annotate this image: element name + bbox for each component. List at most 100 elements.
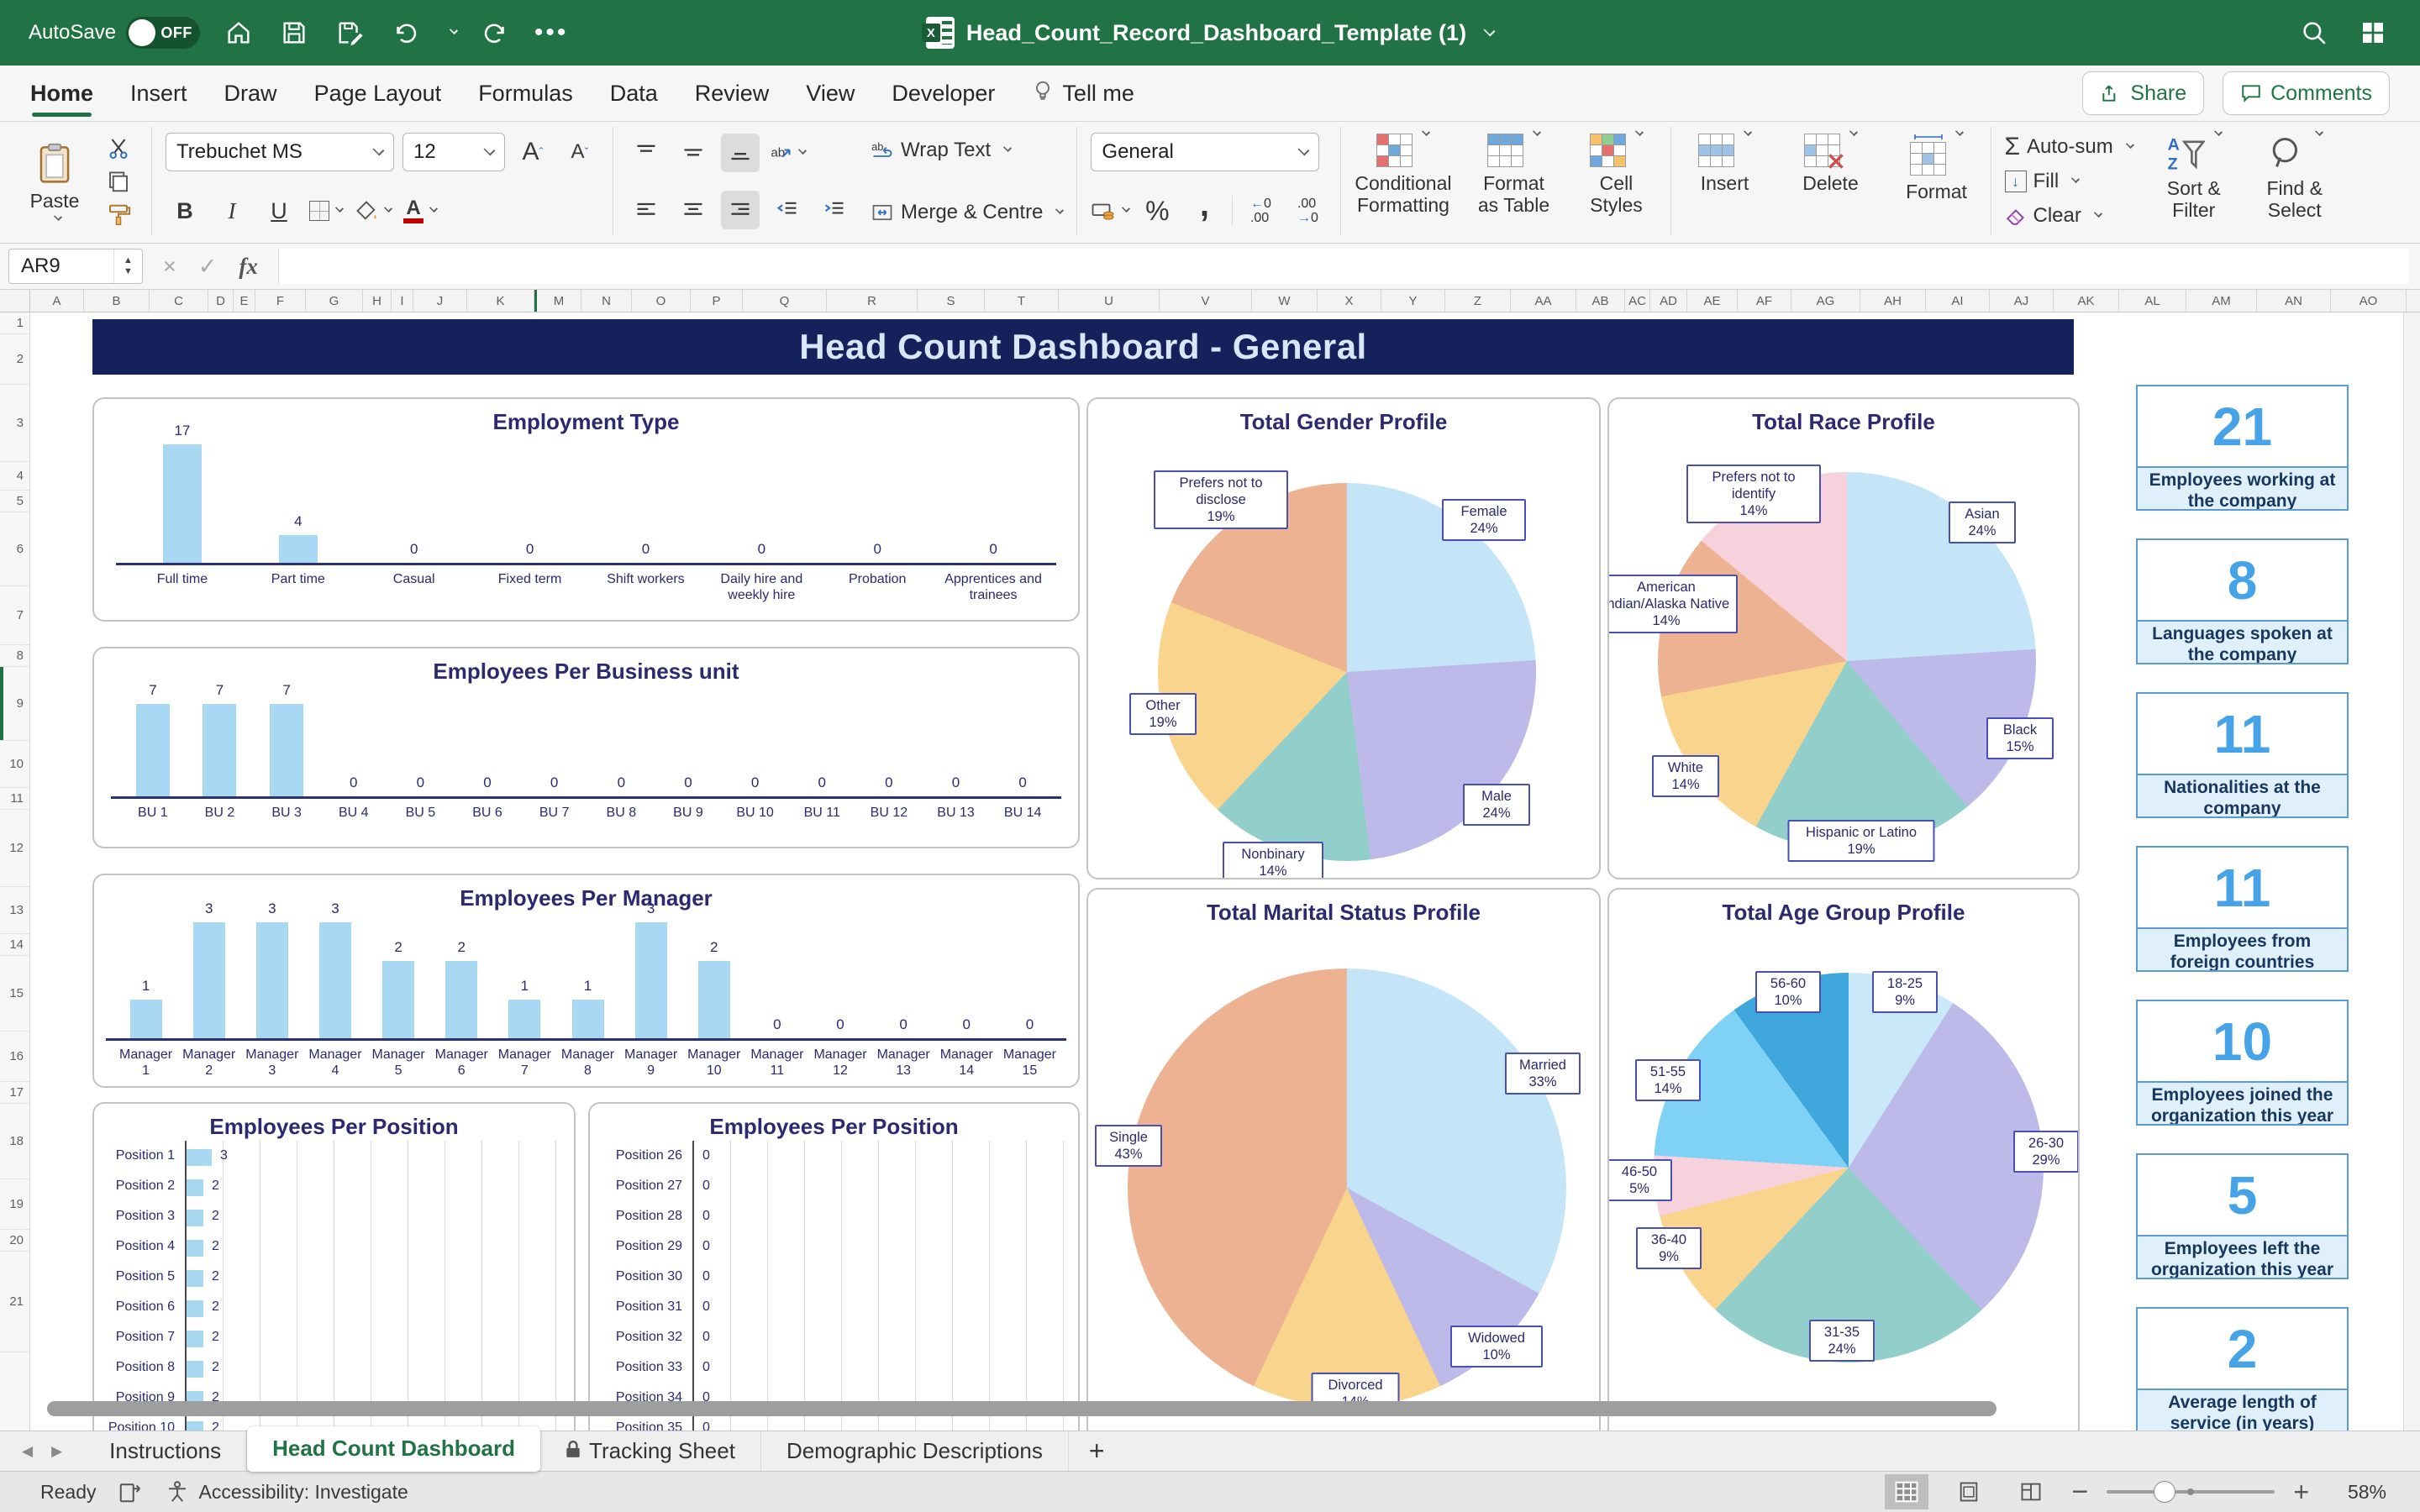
- format-cells-button[interactable]: Format: [1897, 134, 1977, 202]
- next-sheet-icon[interactable]: ▶: [51, 1443, 62, 1460]
- row-header-5[interactable]: 5: [0, 491, 29, 512]
- app-options-icon[interactable]: [2356, 16, 2390, 50]
- autosave-toggle[interactable]: OFF: [126, 17, 200, 49]
- name-box-spinner[interactable]: ▲▼: [113, 249, 142, 283]
- wrap-text-button[interactable]: ab Wrap Text: [871, 132, 1063, 169]
- align-top-icon[interactable]: [627, 134, 666, 172]
- column-header-z[interactable]: Z: [1445, 290, 1511, 312]
- column-header-k[interactable]: K: [467, 290, 534, 312]
- column-header-n[interactable]: N: [581, 290, 632, 312]
- horizontal-scrollbar[interactable]: [47, 1401, 1996, 1416]
- ribbon-tab-developer[interactable]: Developer: [892, 66, 995, 121]
- pie-total-age-group-profile[interactable]: [1654, 973, 2044, 1362]
- column-header-ao[interactable]: AO: [2331, 290, 2407, 312]
- bold-button[interactable]: B: [166, 192, 204, 230]
- vertical-scrollbar[interactable]: [2403, 312, 2420, 1431]
- column-header-o[interactable]: O: [632, 290, 691, 312]
- column-header-an[interactable]: AN: [2257, 290, 2331, 312]
- column-header-i[interactable]: I: [392, 290, 413, 312]
- row-header-12[interactable]: 12: [0, 810, 29, 887]
- kpi-card-employees-working-at-the-company[interactable]: 21Employees working at the company: [2136, 385, 2349, 511]
- bar-manager-1[interactable]: [130, 1000, 162, 1038]
- column-header-d[interactable]: D: [208, 290, 234, 312]
- row-header-18[interactable]: 18: [0, 1104, 29, 1179]
- redo-icon[interactable]: [479, 16, 513, 50]
- home-icon[interactable]: [222, 16, 255, 50]
- column-header-g[interactable]: G: [306, 290, 363, 312]
- chart-card-employees-per-manager[interactable]: Employees Per Manager1Manager 13Manager …: [92, 874, 1080, 1088]
- chart-card-total-age-group-profile[interactable]: Total Age Group Profile18-259%26-3029%31…: [1607, 888, 2080, 1431]
- accessibility-status[interactable]: Accessibility: Investigate: [165, 1479, 408, 1504]
- normal-view-button[interactable]: [1885, 1474, 1928, 1509]
- column-header-c[interactable]: C: [150, 290, 208, 312]
- bar-manager-2[interactable]: [193, 922, 225, 1038]
- search-icon[interactable]: [2297, 16, 2331, 50]
- select-all-corner[interactable]: [0, 290, 30, 312]
- row-header-11[interactable]: 11: [0, 788, 29, 810]
- kpi-card-languages-spoken-at-the-company[interactable]: 8Languages spoken at the company: [2136, 538, 2349, 664]
- insert-function-icon[interactable]: fx: [239, 254, 258, 280]
- bar-manager-9[interactable]: [635, 922, 667, 1038]
- selection-mode-icon[interactable]: [118, 1479, 143, 1504]
- column-header-af[interactable]: AF: [1738, 290, 1791, 312]
- zoom-level[interactable]: 58%: [2328, 1481, 2386, 1504]
- orientation-button[interactable]: ab: [768, 134, 807, 172]
- cut-button[interactable]: [99, 131, 138, 165]
- sort-filter-button[interactable]: AZ Sort & Filter: [2154, 129, 2234, 234]
- increase-decimal-button[interactable]: .00→0: [1288, 192, 1327, 230]
- bar-position-5[interactable]: [187, 1270, 203, 1287]
- column-header-ad[interactable]: AD: [1650, 290, 1687, 312]
- cancel-icon[interactable]: ×: [163, 254, 176, 280]
- undo-icon[interactable]: [388, 16, 422, 50]
- column-header-ae[interactable]: AE: [1687, 290, 1738, 312]
- clear-button[interactable]: Clear: [2005, 199, 2133, 233]
- row-header-21[interactable]: 21: [0, 1252, 29, 1352]
- sheet-tab-demographic-descriptions[interactable]: Demographic Descriptions: [761, 1431, 1069, 1471]
- undo-dropdown-icon[interactable]: [450, 26, 458, 34]
- column-header-ab[interactable]: AB: [1576, 290, 1625, 312]
- ribbon-tab-draw[interactable]: Draw: [224, 66, 277, 121]
- row-header-8[interactable]: 8: [0, 645, 29, 667]
- zoom-slider[interactable]: [2107, 1474, 2275, 1509]
- share-button[interactable]: Share: [2082, 71, 2204, 115]
- column-header-aa[interactable]: AA: [1511, 290, 1576, 312]
- kpi-card-average-length-of-service-in-years[interactable]: 2Average length of service (in years): [2136, 1307, 2349, 1431]
- row-header-19[interactable]: 19: [0, 1179, 29, 1230]
- conditional-formatting-button[interactable]: Conditional Formatting: [1355, 134, 1451, 216]
- bar-position-4[interactable]: [187, 1240, 203, 1257]
- number-format-select[interactable]: General: [1091, 133, 1319, 171]
- column-header-v[interactable]: V: [1160, 290, 1252, 312]
- format-as-table-button[interactable]: Format as Table: [1474, 134, 1555, 216]
- sheet-grid[interactable]: Head Count Dashboard - General Employmen…: [0, 312, 2420, 1431]
- borders-button[interactable]: [307, 192, 345, 230]
- column-header-ac[interactable]: AC: [1625, 290, 1650, 312]
- row-header-6[interactable]: 6: [0, 512, 29, 586]
- sheet-tab-tracking-sheet[interactable]: Tracking Sheet: [540, 1431, 761, 1471]
- more-commands-icon[interactable]: •••: [534, 16, 568, 50]
- chart-card-employees-per-position-b[interactable]: Employees Per PositionPosition 260Positi…: [588, 1102, 1080, 1431]
- row-header-16[interactable]: 16: [0, 1032, 29, 1082]
- increase-font-icon[interactable]: Aˆ: [513, 133, 552, 171]
- chart-card-total-race-profile[interactable]: Total Race ProfileAsian24%Black15%Hispan…: [1607, 397, 2080, 879]
- decrease-indent-icon[interactable]: [768, 191, 807, 229]
- kpi-card-employees-joined-the-organization-this-year[interactable]: 10Employees joined the organization this…: [2136, 1000, 2349, 1126]
- align-bottom-icon[interactable]: [721, 134, 760, 172]
- italic-button[interactable]: I: [213, 192, 251, 230]
- title-dropdown-icon[interactable]: [1484, 24, 1496, 36]
- cell-styles-button[interactable]: Cell Styles: [1576, 134, 1657, 216]
- column-header-h[interactable]: H: [363, 290, 392, 312]
- bar-bu-2[interactable]: [203, 704, 236, 796]
- column-header-aj[interactable]: AJ: [1990, 290, 2054, 312]
- merge-centre-button[interactable]: Merge & Centre: [871, 194, 1063, 231]
- sheet-tab-head-count-dashboard[interactable]: Head Count Dashboard: [247, 1426, 540, 1472]
- column-header-r[interactable]: R: [827, 290, 918, 312]
- chart-card-employees-per-position-a[interactable]: Employees Per PositionPosition 13Positio…: [92, 1102, 576, 1431]
- decrease-decimal-button[interactable]: ←0.00: [1241, 192, 1280, 230]
- name-box[interactable]: AR9 ▲▼: [8, 249, 143, 284]
- row-header-10[interactable]: 10: [0, 741, 29, 788]
- bar-position-1[interactable]: [187, 1149, 212, 1166]
- ribbon-tab-view[interactable]: View: [806, 66, 855, 121]
- autosum-button[interactable]: Σ Auto-sum: [2005, 130, 2133, 164]
- column-header-w[interactable]: W: [1252, 290, 1318, 312]
- fill-button[interactable]: ↓ Fill: [2005, 165, 2133, 198]
